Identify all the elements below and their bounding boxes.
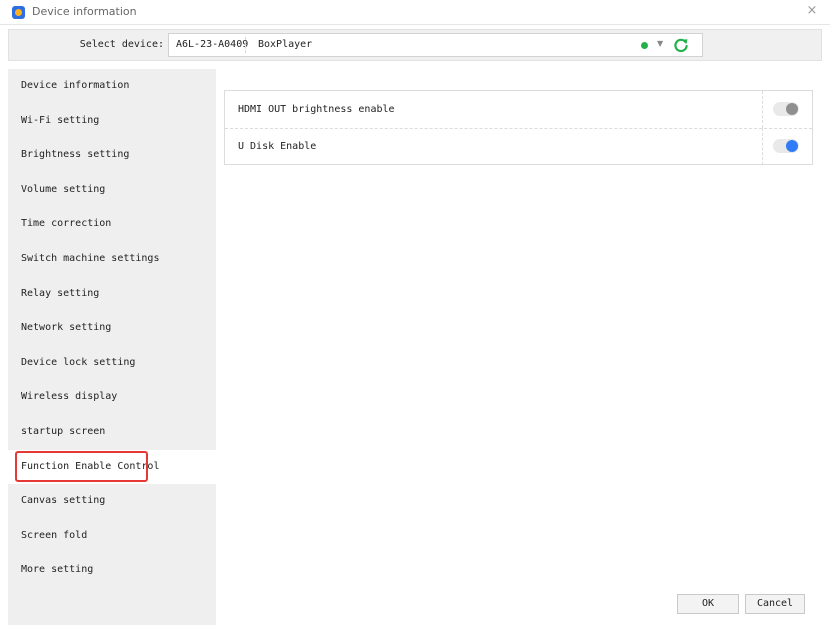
divider bbox=[245, 37, 247, 53]
sidebar-item-function-enable-control[interactable]: Function Enable Control bbox=[8, 449, 216, 484]
hdmi-out-brightness-label: HDMI OUT brightness enable bbox=[238, 104, 395, 115]
close-button[interactable]: × bbox=[804, 3, 820, 19]
device-name: BoxPlayer bbox=[258, 39, 313, 50]
ok-button[interactable]: OK bbox=[677, 594, 739, 614]
toggle-knob bbox=[786, 103, 798, 115]
u-disk-enable-toggle[interactable] bbox=[773, 139, 799, 153]
app-logo-icon bbox=[12, 6, 25, 19]
sidebar-item-device-lock-setting[interactable]: Device lock setting bbox=[8, 346, 216, 380]
device-dropdown[interactable]: A6L-23-A0409 BoxPlayer ▼ bbox=[168, 33, 703, 57]
sidebar-item-startup-screen[interactable]: startup screen bbox=[8, 415, 216, 449]
select-device-label: Select device: bbox=[79, 39, 164, 50]
title-bar: Device information × bbox=[0, 0, 830, 25]
row-divider bbox=[762, 91, 764, 128]
sidebar-item-more-setting[interactable]: More setting bbox=[8, 553, 216, 587]
device-selector-bar: Select device: A6L-23-A0409 BoxPlayer ▼ bbox=[8, 29, 822, 61]
sidebar-item-brightness-setting[interactable]: Brightness setting bbox=[8, 138, 216, 172]
sidebar-item-relay-setting[interactable]: Relay setting bbox=[8, 277, 216, 311]
settings-sidebar: Device information Wi-Fi setting Brightn… bbox=[8, 69, 216, 625]
sidebar-item-wireless-display[interactable]: Wireless display bbox=[8, 380, 216, 414]
sidebar-item-screen-fold[interactable]: Screen fold bbox=[8, 519, 216, 553]
sidebar-item-switch-machine-settings[interactable]: Switch machine settings bbox=[8, 242, 216, 276]
sidebar-item-wifi-setting[interactable]: Wi-Fi setting bbox=[8, 104, 216, 138]
row-divider bbox=[762, 128, 764, 165]
function-enable-panel: HDMI OUT brightness enable U Disk Enable bbox=[224, 90, 813, 165]
sidebar-item-label: Function Enable Control bbox=[21, 460, 160, 472]
cancel-button[interactable]: Cancel bbox=[745, 594, 805, 614]
sidebar-item-network-setting[interactable]: Network setting bbox=[8, 311, 216, 345]
sidebar-item-device-information[interactable]: Device information bbox=[8, 69, 216, 103]
settings-row: HDMI OUT brightness enable bbox=[225, 91, 812, 129]
hdmi-out-brightness-toggle[interactable] bbox=[773, 102, 799, 116]
sidebar-item-canvas-setting[interactable]: Canvas setting bbox=[8, 484, 216, 518]
chevron-down-icon[interactable]: ▼ bbox=[657, 39, 663, 48]
sidebar-item-volume-setting[interactable]: Volume setting bbox=[8, 173, 216, 207]
sidebar-item-time-correction[interactable]: Time correction bbox=[8, 207, 216, 241]
u-disk-enable-label: U Disk Enable bbox=[238, 141, 317, 152]
refresh-icon[interactable] bbox=[672, 36, 690, 54]
window-title: Device information bbox=[32, 5, 137, 18]
online-status-icon bbox=[641, 42, 648, 49]
toggle-knob bbox=[786, 140, 798, 152]
settings-row: U Disk Enable bbox=[225, 128, 812, 165]
device-id: A6L-23-A0409 bbox=[176, 39, 249, 50]
